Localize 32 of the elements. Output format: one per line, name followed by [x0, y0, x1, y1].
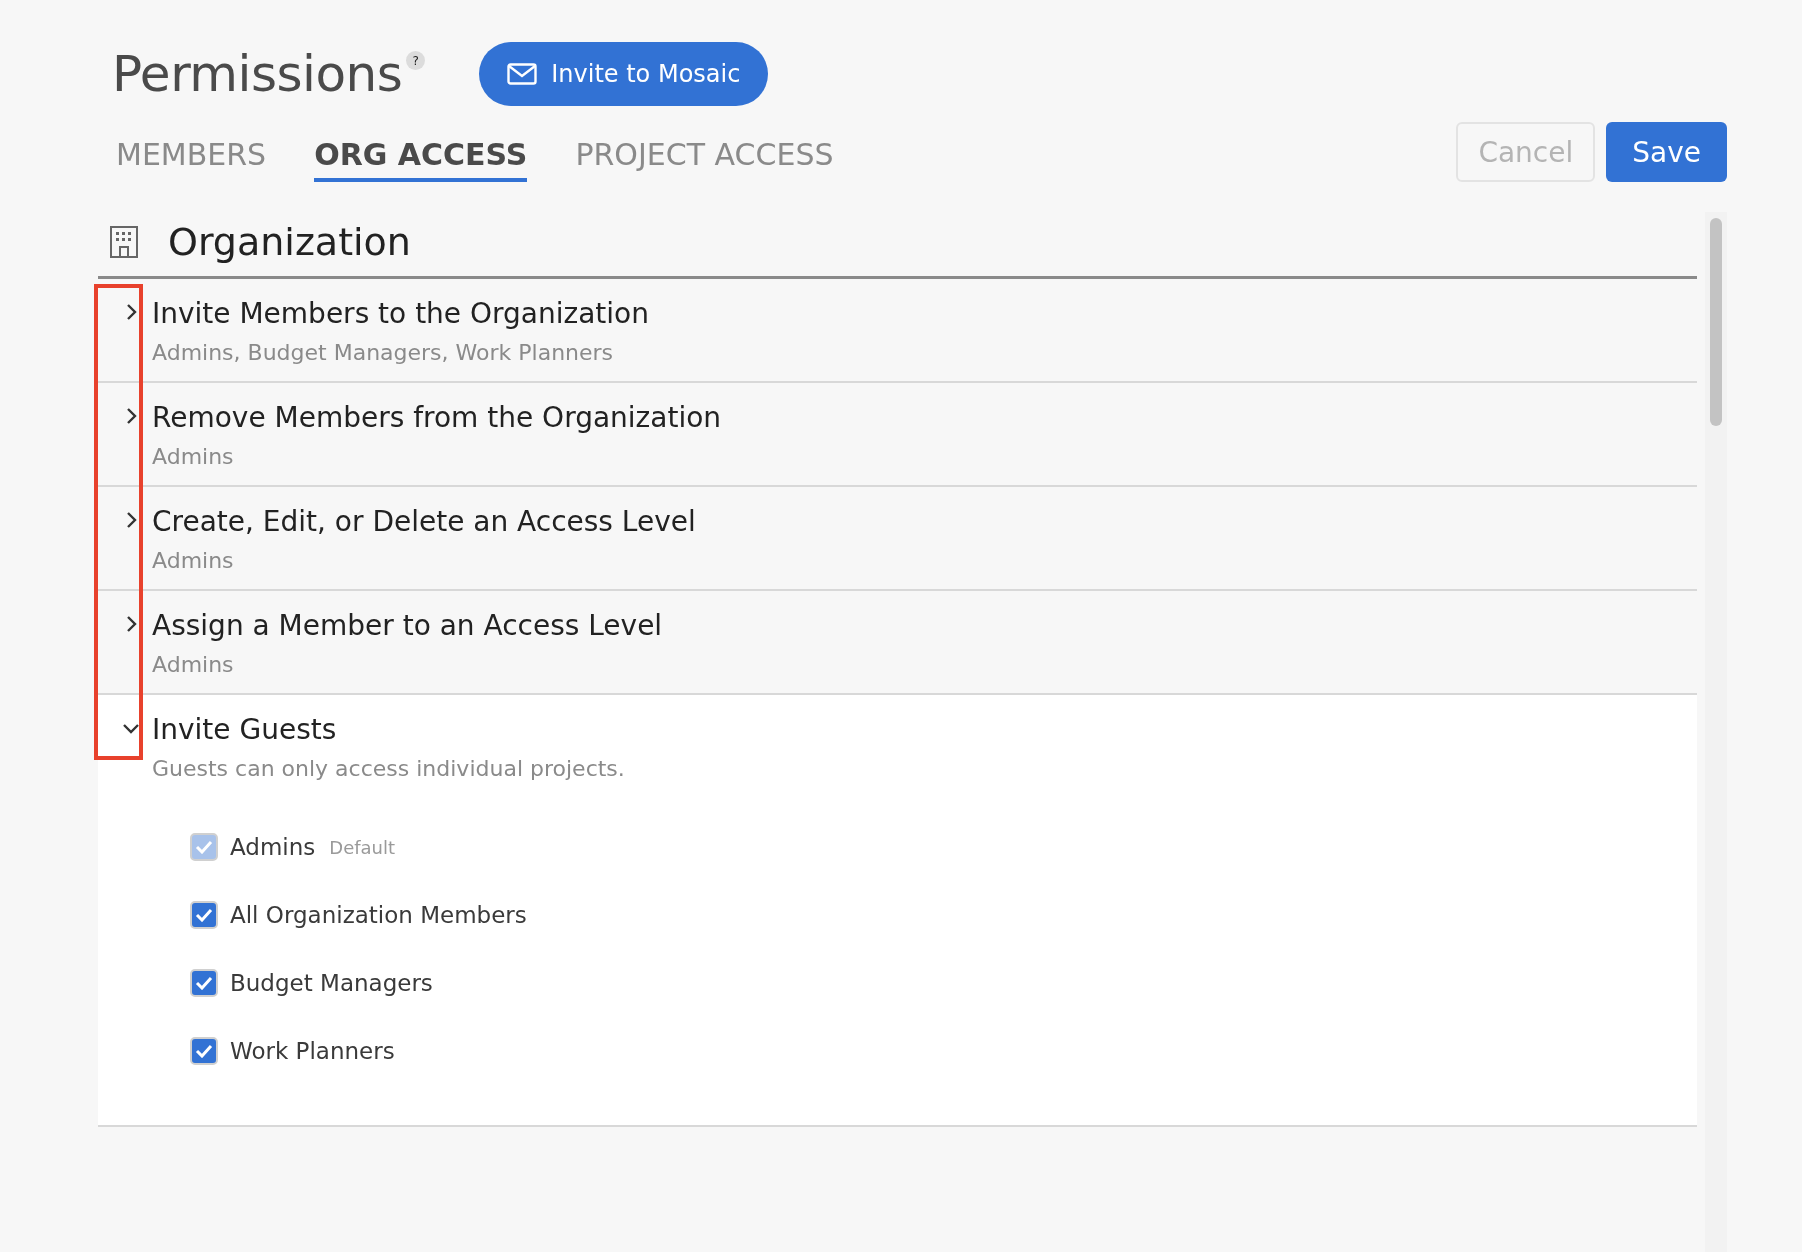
help-badge[interactable]: ? — [406, 51, 426, 70]
save-button[interactable]: Save — [1606, 122, 1727, 182]
default-tag: Default — [329, 836, 396, 858]
role-label: Budget Managers — [230, 970, 433, 996]
permission-title: Create, Edit, or Delete an Access Level — [152, 504, 696, 540]
permission-title: Remove Members from the Organization — [152, 400, 722, 436]
permission-roles: Guests can only access individual projects. — [152, 755, 625, 783]
checkbox[interactable] — [190, 1037, 218, 1065]
invite-button[interactable]: Invite to Mosaic — [479, 42, 769, 106]
building-icon — [110, 226, 138, 258]
role-label: Admins — [230, 834, 316, 860]
section-title: Organization — [168, 220, 411, 264]
permission-roles: Admins — [152, 651, 235, 679]
checkbox[interactable] — [190, 901, 218, 929]
check-icon — [195, 908, 213, 922]
role-label: All Organization Members — [230, 902, 527, 928]
permission-title: Invite Members to the Organization — [152, 296, 649, 332]
checkbox[interactable] — [190, 969, 218, 997]
role-label: Work Planners — [230, 1038, 395, 1064]
permission-title: Assign a Member to an Access Level — [152, 608, 663, 644]
check-icon — [195, 976, 213, 990]
scrollbar[interactable] — [1705, 212, 1727, 1252]
permission-title: Invite Guests — [152, 712, 338, 748]
permission-roles: Admins — [152, 547, 235, 575]
scroll-thumb[interactable] — [1710, 218, 1722, 426]
check-icon — [195, 840, 213, 854]
check-icon — [195, 1044, 213, 1058]
tab[interactable]: ORG ACCESS — [314, 136, 528, 182]
page-title: Permissions — [112, 45, 403, 103]
permission-roles: Admins, Budget Managers, Work Planners — [152, 339, 615, 367]
envelope-icon — [507, 63, 538, 85]
permission-roles: Admins — [152, 443, 235, 471]
